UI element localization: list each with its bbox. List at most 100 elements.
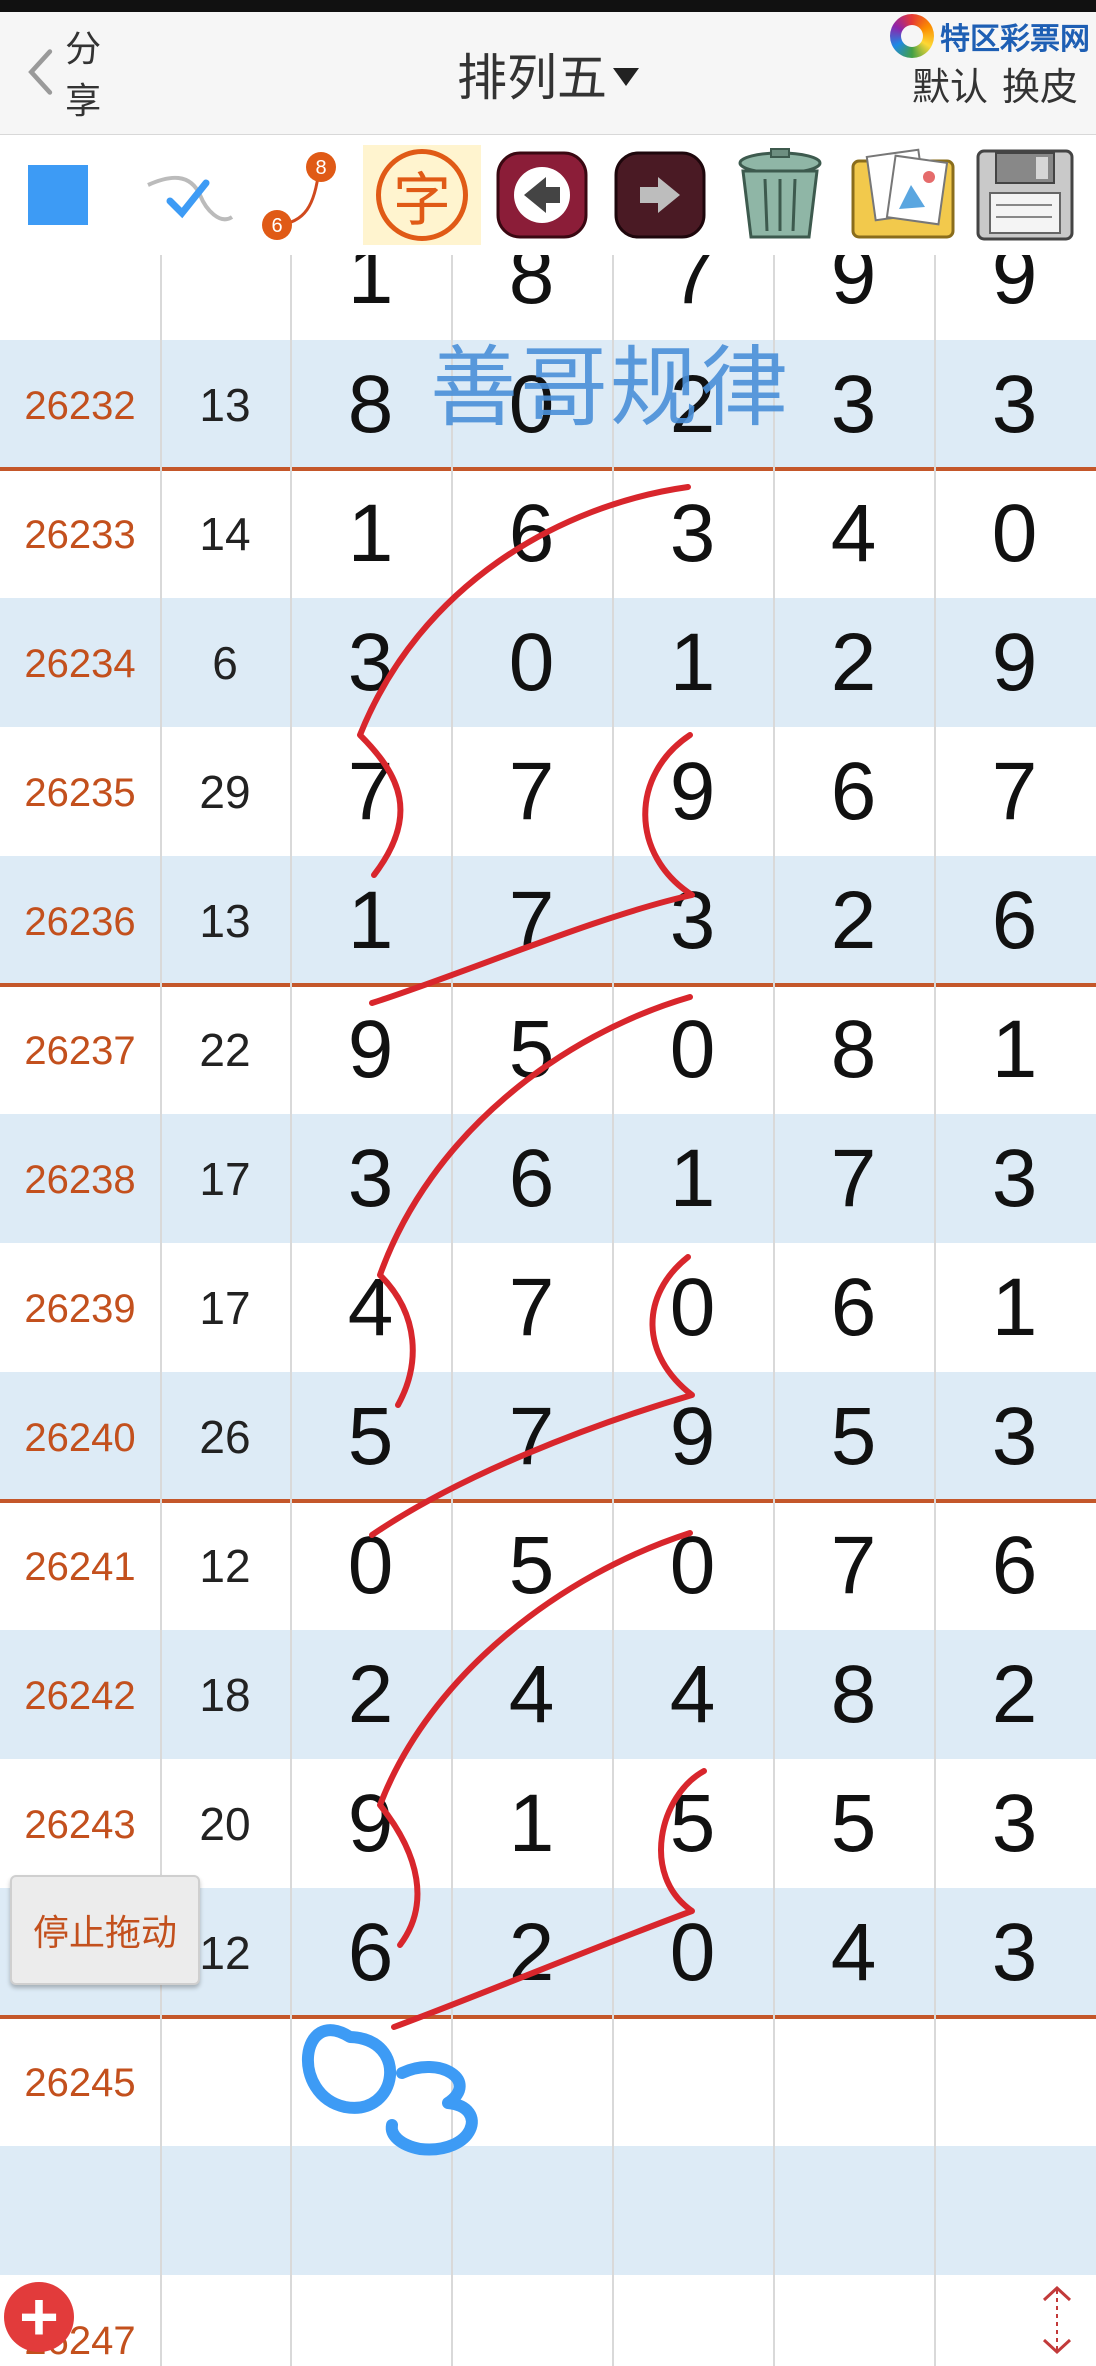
digit-cell[interactable]: 7 — [451, 745, 612, 839]
digit-cell[interactable]: 8 — [290, 358, 451, 452]
digit-cell[interactable]: 1 — [290, 255, 451, 323]
table-row: 26234 6 3 0 1 2 9 — [0, 598, 1096, 727]
digit-cell[interactable]: 3 — [290, 616, 451, 710]
digit-cell[interactable]: 7 — [451, 1261, 612, 1355]
text-tool-label: 字 — [392, 166, 451, 234]
pen-tool[interactable] — [140, 145, 240, 245]
digit-cell[interactable]: 7 — [290, 745, 451, 839]
color-swatch-icon — [28, 165, 88, 225]
digit-cell[interactable]: 6 — [451, 487, 612, 581]
table-row: 26233 14 1 6 3 4 0 — [0, 469, 1096, 598]
digit-cell[interactable]: 0 — [290, 1519, 451, 1613]
skin-actions: 默认 换皮 — [912, 56, 1078, 111]
digit-cell[interactable]: 6 — [451, 1132, 612, 1226]
gallery-button[interactable] — [845, 145, 960, 245]
issue-number: 26239 — [24, 1287, 136, 1331]
digit-cell[interactable]: 4 — [290, 1261, 451, 1355]
digit-cell[interactable]: 9 — [290, 1003, 451, 1097]
digit-cell[interactable]: 7 — [612, 255, 773, 323]
digit-cell[interactable]: 7 — [773, 1132, 934, 1226]
digit-cell[interactable]: 3 — [934, 1777, 1095, 1871]
digit-cell[interactable]: 5 — [451, 1519, 612, 1613]
sum-value: 22 — [199, 1024, 251, 1076]
digit-cell[interactable]: 7 — [451, 1390, 612, 1484]
watermark-text: 善哥规律 — [430, 338, 791, 437]
redo-button[interactable] — [610, 145, 710, 245]
digit-cell[interactable]: 3 — [773, 358, 934, 452]
digit-cell[interactable]: 3 — [934, 1390, 1095, 1484]
digit-cell[interactable]: 3 — [934, 1132, 1095, 1226]
digit-cell[interactable]: 2 — [773, 874, 934, 968]
table-row: 26240 26 5 7 9 5 3 — [0, 1372, 1096, 1501]
sum-value: 17 — [199, 1282, 251, 1334]
digit-cell[interactable]: 5 — [773, 1777, 934, 1871]
digit-cell[interactable]: 1 — [290, 487, 451, 581]
skin-change-button[interactable]: 换皮 — [1002, 56, 1078, 111]
stop-drag-button[interactable]: 停止拖动 — [10, 1875, 200, 1985]
digit-cell[interactable]: 1 — [934, 1003, 1095, 1097]
digit-cell[interactable]: 2 — [451, 1906, 612, 2000]
digit-cell[interactable]: 2 — [290, 1648, 451, 1742]
history-table: 1 8 7 9 9 26232 13 8 0 2 3 3 26233 14 1 6 3 4 0 26234 6 3 0 1 2 9… — [0, 255, 1096, 2366]
digit-cell[interactable]: 6 — [934, 1519, 1095, 1613]
clear-button[interactable] — [725, 145, 835, 245]
digit-cell[interactable]: 9 — [934, 616, 1095, 710]
digit-cell[interactable]: 3 — [612, 487, 773, 581]
save-button[interactable] — [970, 145, 1080, 245]
digit-cell[interactable]: 4 — [451, 1648, 612, 1742]
digit-cell[interactable]: 5 — [612, 1777, 773, 1871]
scroll-arrows-icon[interactable] — [1032, 2280, 1082, 2360]
digit-cell[interactable]: 0 — [451, 616, 612, 710]
digit-cell[interactable]: 7 — [451, 874, 612, 968]
digit-cell[interactable]: 1 — [612, 1132, 773, 1226]
digit-cell[interactable]: 4 — [612, 1648, 773, 1742]
column-divider — [451, 255, 453, 2366]
digit-cell[interactable]: 2 — [934, 1648, 1095, 1742]
digit-cell[interactable]: 5 — [773, 1390, 934, 1484]
issue-number: 26237 — [24, 1029, 136, 1073]
digit-cell[interactable]: 8 — [773, 1648, 934, 1742]
add-button[interactable]: + — [4, 2282, 74, 2352]
digit-cell[interactable]: 1 — [451, 1777, 612, 1871]
line-tool[interactable]: 8 6 — [255, 145, 345, 245]
digit-cell[interactable]: 0 — [612, 1519, 773, 1613]
digit-cell[interactable]: 3 — [290, 1132, 451, 1226]
column-divider — [160, 255, 162, 2366]
digit-cell[interactable]: 0 — [612, 1906, 773, 2000]
digit-cell[interactable]: 3 — [934, 1906, 1095, 2000]
site-logo: 特区彩票网 — [890, 14, 1090, 58]
undo-button[interactable] — [492, 145, 592, 245]
digit-cell[interactable]: 8 — [773, 1003, 934, 1097]
digit-cell[interactable]: 6 — [934, 874, 1095, 968]
digit-cell[interactable]: 9 — [934, 255, 1095, 323]
issue-number: 26240 — [24, 1416, 136, 1460]
digit-cell[interactable]: 0 — [934, 487, 1095, 581]
digit-cell[interactable]: 6 — [773, 1261, 934, 1355]
skin-default-button[interactable]: 默认 — [912, 56, 988, 111]
digit-cell[interactable]: 9 — [290, 1777, 451, 1871]
digit-cell[interactable]: 9 — [773, 255, 934, 323]
digit-cell[interactable]: 0 — [612, 1003, 773, 1097]
digit-cell[interactable]: 4 — [773, 487, 934, 581]
photo-folder-icon — [851, 148, 954, 239]
digit-cell[interactable]: 8 — [451, 255, 612, 323]
digit-cell[interactable]: 5 — [451, 1003, 612, 1097]
digit-cell[interactable]: 0 — [612, 1261, 773, 1355]
digit-cell[interactable]: 4 — [773, 1906, 934, 2000]
digit-cell[interactable]: 7 — [934, 745, 1095, 839]
digit-cell[interactable]: 2 — [773, 616, 934, 710]
digit-cell[interactable]: 6 — [290, 1906, 451, 2000]
digit-cell[interactable]: 1 — [612, 616, 773, 710]
digit-cell[interactable]: 1 — [934, 1261, 1095, 1355]
digit-cell[interactable]: 1 — [290, 874, 451, 968]
digit-cell[interactable]: 9 — [612, 1390, 773, 1484]
digit-cell[interactable]: 3 — [934, 358, 1095, 452]
issue-number: 26234 — [24, 642, 136, 686]
digit-cell[interactable]: 5 — [290, 1390, 451, 1484]
digit-cell[interactable]: 7 — [773, 1519, 934, 1613]
text-tool[interactable]: 字 — [363, 145, 481, 245]
digit-cell[interactable]: 3 — [612, 874, 773, 968]
digit-cell[interactable]: 6 — [773, 745, 934, 839]
digit-cell[interactable]: 9 — [612, 745, 773, 839]
color-square-tool[interactable] — [18, 145, 98, 245]
